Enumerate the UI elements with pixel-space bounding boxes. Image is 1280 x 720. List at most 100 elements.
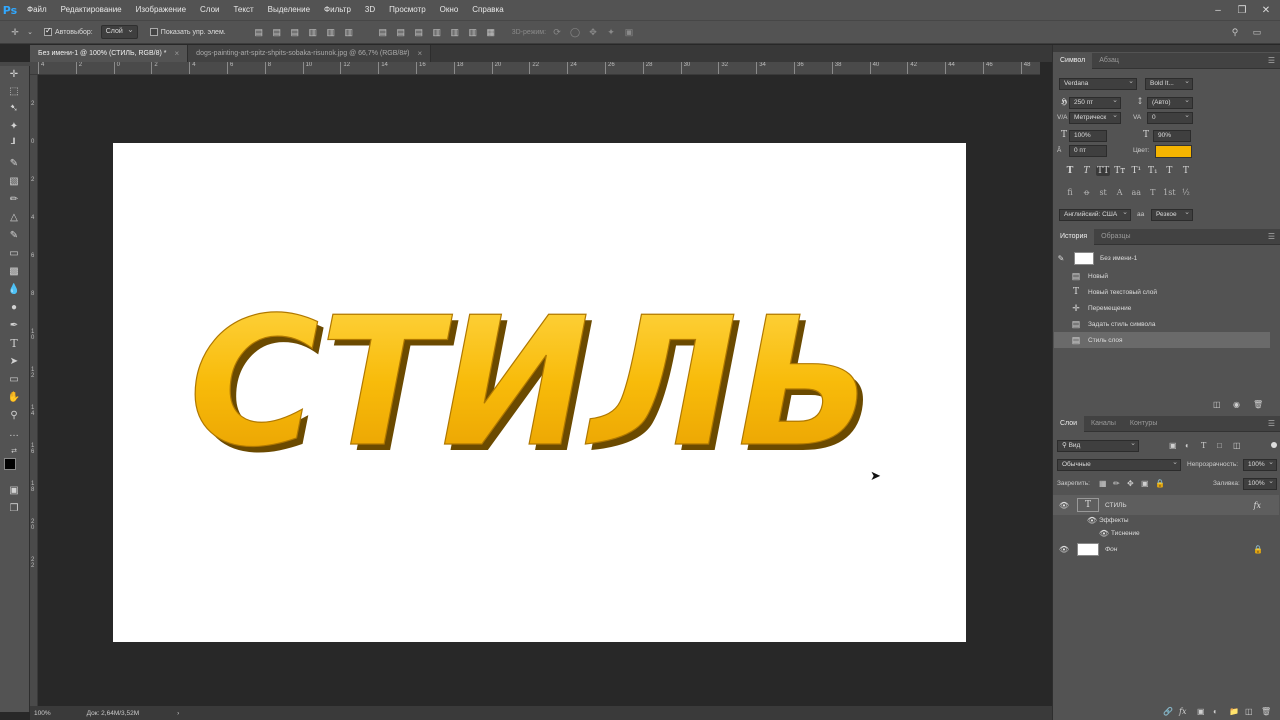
opentype-button[interactable]: A: [1113, 188, 1127, 197]
align-bottom-icon[interactable]: ▤: [288, 25, 302, 39]
filter-toggle[interactable]: [1271, 442, 1277, 448]
screen-mode-icon[interactable]: ❐: [4, 500, 24, 516]
layer-name[interactable]: Фон: [1105, 546, 1117, 553]
panel-menu-icon[interactable]: ☰: [1268, 419, 1275, 428]
workspace-icon[interactable]: ▭: [1250, 25, 1264, 39]
new-document-from-state-icon[interactable]: ◫: [1213, 400, 1221, 409]
menu-item[interactable]: Выделение: [261, 0, 317, 20]
font-size-field[interactable]: 250 пт: [1069, 96, 1121, 109]
font-style-button[interactable]: T: [1080, 166, 1094, 176]
menu-item[interactable]: 3D: [358, 0, 382, 20]
filter-smart-object-icon[interactable]: ◫: [1233, 441, 1241, 450]
distribute-top-icon[interactable]: ▤: [376, 25, 390, 39]
layer-fx-icon[interactable]: fx: [1254, 501, 1261, 510]
show-transform-check[interactable]: [149, 28, 158, 36]
tracking-field[interactable]: 0: [1147, 111, 1193, 124]
panel-menu-icon[interactable]: ☰: [1268, 56, 1275, 65]
opentype-button[interactable]: 1st: [1162, 188, 1176, 197]
tool-preset-chevron-icon[interactable]: ⌄: [26, 25, 34, 39]
distribute-left-icon[interactable]: ▥: [430, 25, 444, 39]
layer-effect-bevel-row[interactable]: 👁 Тиснение: [1053, 527, 1279, 540]
distribute-right-icon[interactable]: ▥: [466, 25, 480, 39]
autoselect-dropdown[interactable]: Слой: [100, 24, 138, 39]
tab-swatches[interactable]: Образцы: [1094, 229, 1137, 245]
layer-row-text[interactable]: 👁 T СТИЛЬ fx: [1053, 495, 1279, 515]
crop-tool-icon[interactable]: ┚: [4, 136, 24, 152]
swap-colors-icon[interactable]: ⇄: [4, 443, 24, 459]
styled-text-artwork[interactable]: СТИЛЬ СТИЛЬ: [113, 143, 966, 642]
move-tool-icon[interactable]: ✛: [4, 66, 24, 82]
align-left-icon[interactable]: ▥: [306, 25, 320, 39]
new-layer-icon[interactable]: ◫: [1245, 707, 1253, 716]
fx-icon[interactable]: fx: [1179, 707, 1186, 716]
clone-stamp-tool-icon[interactable]: △: [4, 209, 24, 225]
autoselect-check[interactable]: [44, 26, 52, 36]
quick-mask-icon[interactable]: ▣: [4, 482, 24, 498]
close-icon[interactable]: ✕: [1254, 0, 1278, 20]
lock-pixels-icon[interactable]: ✏: [1113, 479, 1120, 488]
menu-item[interactable]: Фильтр: [317, 0, 358, 20]
history-item[interactable]: T Новый текстовый слой: [1054, 284, 1270, 300]
font-style-button[interactable]: T₁: [1146, 166, 1160, 176]
search-icon[interactable]: ⚲: [1228, 25, 1242, 39]
close-tab-icon[interactable]: ×: [417, 49, 422, 58]
font-family-dropdown[interactable]: Verdana: [1059, 77, 1137, 90]
menu-item[interactable]: Справка: [465, 0, 510, 20]
history-item[interactable]: ✛ Перемещение: [1054, 300, 1270, 316]
menu-item[interactable]: Редактирование: [54, 0, 129, 20]
blend-mode-dropdown[interactable]: Обычные: [1057, 458, 1181, 471]
tab-document-1[interactable]: Без имени-1 @ 100% (СТИЛЬ, RGB/8) * ×: [30, 45, 189, 62]
align-top-icon[interactable]: ▤: [252, 25, 266, 39]
link-icon[interactable]: 🔗: [1163, 707, 1173, 716]
dodge-tool-icon[interactable]: ●: [4, 299, 24, 315]
history-brush-source-icon[interactable]: ✎: [1054, 254, 1068, 263]
rectangle-tool-icon[interactable]: ▭: [4, 371, 24, 387]
text-color-swatch[interactable]: [1155, 145, 1192, 158]
brush-tool-icon[interactable]: ✏: [4, 191, 24, 207]
effects-visibility-eye-icon[interactable]: 👁: [1085, 516, 1099, 525]
layer-effects-row[interactable]: 👁 Эффекты: [1053, 514, 1279, 527]
bevel-visibility-eye-icon[interactable]: 👁: [1097, 529, 1111, 538]
gradient-tool-icon[interactable]: ▩: [4, 263, 24, 279]
tab-layers[interactable]: Слои: [1053, 415, 1085, 432]
layer-name[interactable]: СТИЛЬ: [1105, 502, 1127, 509]
mask-icon[interactable]: ▣: [1197, 707, 1205, 716]
distribute-bottom-icon[interactable]: ▤: [412, 25, 426, 39]
type-tool-icon[interactable]: T: [4, 335, 24, 351]
menu-item[interactable]: Текст: [226, 0, 260, 20]
healing-brush-tool-icon[interactable]: ▧: [4, 173, 24, 189]
trash-icon[interactable]: 🗑: [1253, 400, 1263, 409]
lock-all-icon[interactable]: 🔒: [1155, 479, 1165, 488]
distribute-hcenter-icon[interactable]: ▥: [448, 25, 462, 39]
move-tool-icon[interactable]: ✛: [8, 25, 22, 39]
pen-tool-icon[interactable]: ✒: [4, 317, 24, 333]
antialias-dropdown[interactable]: Резкое: [1151, 208, 1193, 221]
lock-artboard-icon[interactable]: ▣: [1141, 479, 1149, 488]
tab-paths[interactable]: Контуры: [1123, 416, 1164, 432]
opentype-button[interactable]: aa: [1129, 188, 1143, 197]
opentype-button[interactable]: fi: [1063, 188, 1077, 197]
tab-document-2[interactable]: dogs-painting-art-spitz-shpits-sobaka-ri…: [188, 45, 432, 62]
eyedropper-tool-icon[interactable]: ✎: [4, 155, 24, 171]
font-style-button[interactable]: T: [1179, 166, 1193, 176]
fill-field[interactable]: 100%: [1243, 477, 1277, 490]
menu-item[interactable]: Изображение: [129, 0, 193, 20]
tab-channels[interactable]: Каналы: [1084, 416, 1123, 432]
panel-menu-icon[interactable]: ☰: [1268, 232, 1275, 241]
filter-adjustment-icon[interactable]: ◐: [1185, 441, 1190, 450]
font-style-button[interactable]: TT: [1096, 166, 1111, 176]
history-snapshot[interactable]: ✎ Без имени-1: [1054, 250, 1270, 266]
minimize-icon[interactable]: –: [1206, 0, 1230, 20]
align-vcenter-icon[interactable]: ▤: [270, 25, 284, 39]
history-item[interactable]: ▤ Стиль слоя: [1054, 332, 1270, 348]
opentype-button[interactable]: st: [1096, 188, 1110, 197]
horizontal-scale-field[interactable]: 90%: [1153, 130, 1191, 142]
distribute-vcenter-icon[interactable]: ▤: [394, 25, 408, 39]
font-style-button[interactable]: T¹: [1129, 166, 1143, 176]
filter-pixel-icon[interactable]: ▣: [1169, 441, 1177, 450]
align-right-icon[interactable]: ▥: [342, 25, 356, 39]
slide-3d-icon[interactable]: ✦: [604, 25, 618, 39]
foreground-color-swatch[interactable]: [4, 458, 16, 470]
history-item[interactable]: ▤ Новый: [1054, 268, 1270, 284]
eraser-tool-icon[interactable]: ▭: [4, 245, 24, 261]
